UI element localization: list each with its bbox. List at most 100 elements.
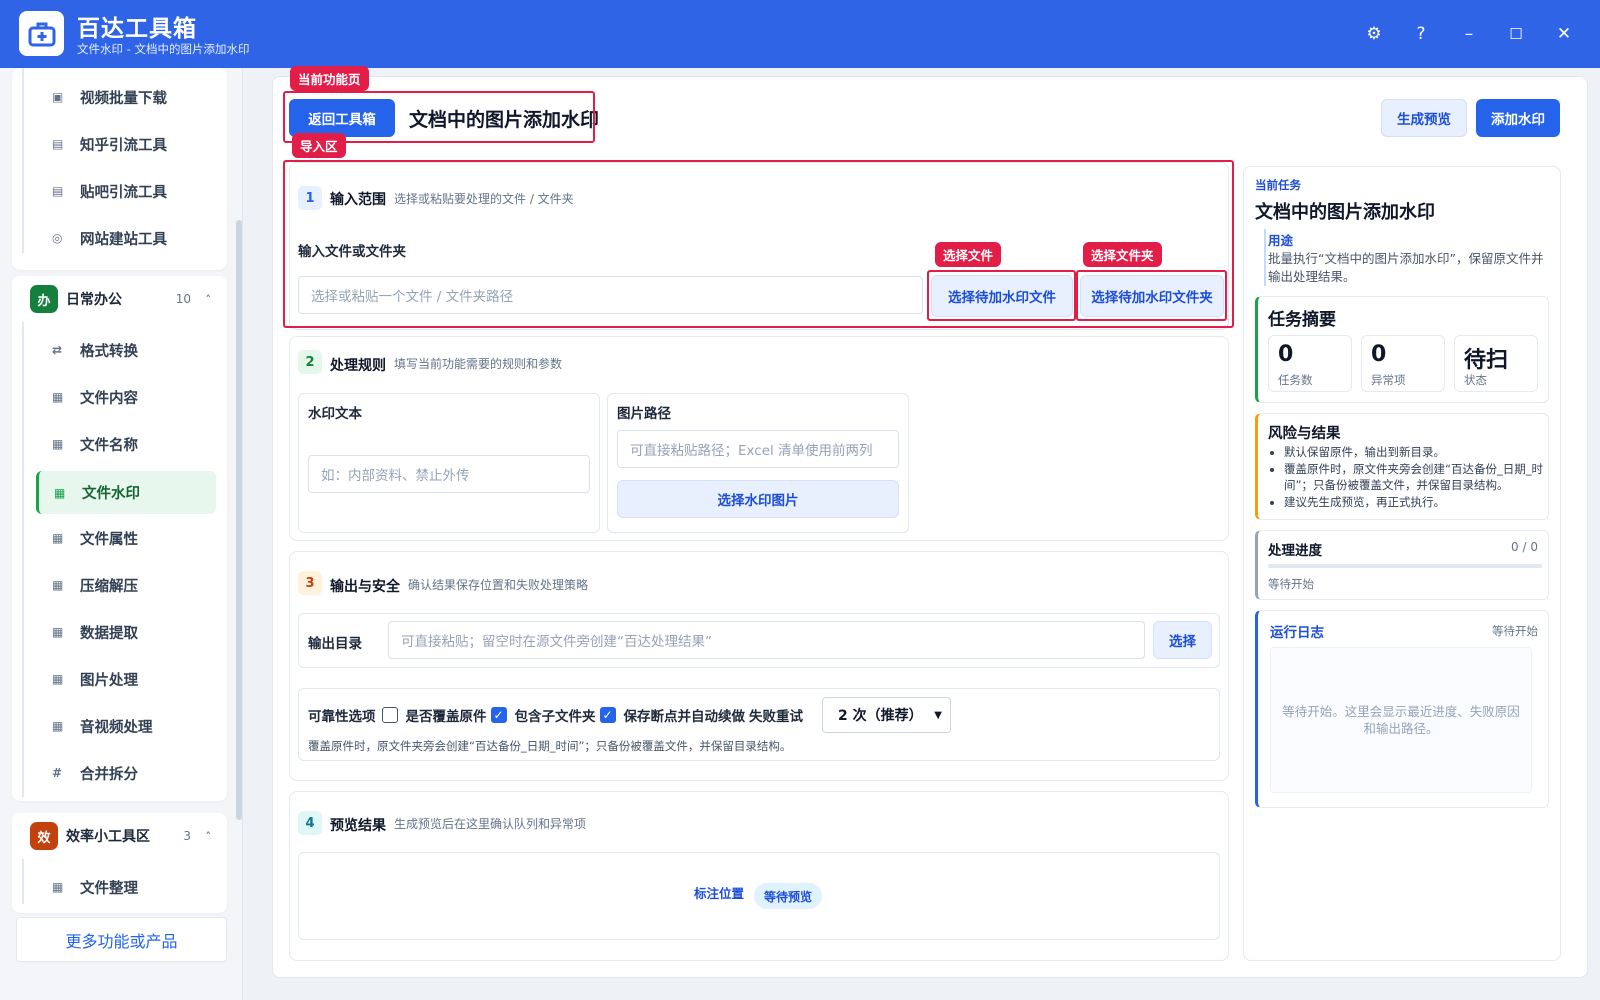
current-task-label: 当前任务 <box>1255 178 1301 192</box>
grid-icon: ▦ <box>52 880 64 894</box>
input-path-field[interactable]: 选择或粘贴一个文件 / 文件夹路径 <box>298 276 923 314</box>
risk-item: 默认保留原件，输出到新目录。 <box>1284 444 1546 461</box>
toolbox-icon <box>19 11 64 56</box>
sidebar-item-filename[interactable]: ▦ 文件名称 <box>22 424 215 464</box>
sidebar-item-media[interactable]: ▦ 音视频处理 <box>22 706 215 746</box>
sidebar-item-website[interactable]: ◎ 网站建站工具 <box>22 218 215 258</box>
step-number: 2 <box>298 350 322 374</box>
task-title: 文档中的图片添加水印 <box>1255 202 1435 223</box>
risk-title: 风险与结果 <box>1268 426 1341 442</box>
reliability-note: 覆盖原件时，原文件夹旁会创建“百达备份_日期_时间”；只备份被覆盖文件，并保留目… <box>308 739 792 753</box>
more-products-button[interactable]: 更多功能或产品 <box>16 917 227 962</box>
progress-count: 0 / 0 <box>1511 540 1538 554</box>
input-label: 输入文件或文件夹 <box>298 244 406 260</box>
section-desc: 确认结果保存位置和失败处理策略 <box>408 578 589 592</box>
sidebar-item-image[interactable]: ▦ 图片处理 <box>22 659 215 699</box>
image-path-label: 图片路径 <box>617 406 671 422</box>
hash-icon: # <box>52 766 63 780</box>
stat-error-count: 0 异常项 <box>1361 335 1445 392</box>
preview-status-pill: 等待预览 <box>754 883 823 909</box>
section-desc: 选择或粘贴要处理的文件 / 文件夹 <box>394 192 574 206</box>
resume-checkbox[interactable]: ✓ <box>599 707 616 723</box>
sidebar-item-watermark[interactable]: ▦ 文件水印 <box>36 471 216 514</box>
section-title: 处理规则 <box>330 358 386 374</box>
sidebar-item-format[interactable]: ⇄ 格式转换 <box>22 330 215 370</box>
title-bar: 百达工具箱 文件水印 - 文档中的图片添加水印 ⚙ ? – ☐ ✕ <box>0 0 1600 68</box>
progress-card: 处理进度 0 / 0 等待开始 <box>1255 530 1549 600</box>
step-number: 1 <box>298 186 322 210</box>
select-watermark-image-button[interactable]: 选择水印图片 <box>617 480 899 518</box>
section-title: 输入范围 <box>330 192 386 208</box>
sidebar-item-organize[interactable]: ▦ 文件整理 <box>22 867 215 907</box>
chevron-down-icon: ▼ <box>934 709 942 721</box>
grid-icon: ▦ <box>52 390 64 404</box>
output-dir-label: 输出目录 <box>308 636 362 652</box>
grid-icon: ▦ <box>52 672 64 686</box>
annotation-import-area: 导入区 <box>292 133 346 158</box>
app-title: 百达工具箱 <box>77 16 197 42</box>
choose-output-button[interactable]: 选择 <box>1153 621 1212 659</box>
sidebar-item-extract[interactable]: ▦ 数据提取 <box>22 612 215 652</box>
group-badge: 效 <box>30 822 58 850</box>
step-number: 4 <box>298 811 322 835</box>
log-card: 运行日志 等待开始 等待开始。这里会显示最近进度、失败原因和输出路径。 <box>1255 610 1549 808</box>
reliability-row: 可靠性选项 是否覆盖原件 ✓ 包含子文件夹 ✓ 保存断点并自动续做 失败重试 <box>308 705 803 725</box>
grid-icon: ▦ <box>54 485 66 500</box>
subfolder-label: 包含子文件夹 <box>514 709 596 725</box>
reliability-label: 可靠性选项 <box>308 709 376 725</box>
help-icon[interactable]: ? <box>1409 22 1433 46</box>
generate-preview-button[interactable]: 生成预览 <box>1381 99 1467 137</box>
annotation-select-file: 选择文件 <box>935 242 1002 267</box>
grid-icon: ▦ <box>52 437 64 451</box>
chevron-up-icon: ˄ <box>205 829 212 843</box>
stat-task-count: 0 任务数 <box>1268 335 1352 392</box>
sidebar-item-zhihu[interactable]: ▤ 知乎引流工具 <box>22 124 215 164</box>
progress-bar <box>1268 564 1542 568</box>
section-title: 预览结果 <box>330 818 386 834</box>
resume-label: 保存断点并自动续做 <box>623 709 746 725</box>
log-status: 等待开始 <box>1492 624 1538 638</box>
sidebar-item-content[interactable]: ▦ 文件内容 <box>22 377 215 417</box>
watermark-text-input[interactable]: 如：内部资料、禁止外传 <box>308 455 590 493</box>
overwrite-label: 是否覆盖原件 <box>405 709 487 725</box>
maximize-button[interactable]: ☐ <box>1504 22 1528 46</box>
purpose-label: 用途 <box>1268 233 1294 248</box>
settings-icon[interactable]: ⚙ <box>1362 22 1386 46</box>
app-subtitle: 文件水印 - 文档中的图片添加水印 <box>77 42 250 56</box>
select-folder-button[interactable]: 选择待加水印文件夹 <box>1080 275 1224 317</box>
group-daily-office[interactable]: 办 日常办公 10 ˄ <box>18 278 223 320</box>
summary-title: 任务摘要 <box>1268 310 1336 330</box>
overwrite-checkbox[interactable] <box>381 707 398 723</box>
risk-card: 风险与结果 默认保留原件，输出到新目录。 覆盖原件时，原文件夹旁会创建“百达备份… <box>1255 413 1549 520</box>
group-efficiency[interactable]: 效 效率小工具区 3 ˄ <box>18 815 223 857</box>
sidebar-item-compress[interactable]: ▦ 压缩解压 <box>22 565 215 605</box>
swap-icon: ⇄ <box>52 343 63 357</box>
purpose-text: 批量执行“文档中的图片添加水印”，保留原文件并输出处理结果。 <box>1268 251 1544 284</box>
add-watermark-button[interactable]: 添加水印 <box>1476 99 1560 137</box>
sidebar-item-video-download[interactable]: ▣ 视频批量下载 <box>22 77 215 117</box>
progress-title: 处理进度 <box>1268 543 1322 559</box>
close-button[interactable]: ✕ <box>1552 22 1576 46</box>
grid-icon: ▦ <box>52 531 64 545</box>
sidebar-item-tieba[interactable]: ▤ 贴吧引流工具 <box>22 171 215 211</box>
sidebar-scrollbar[interactable] <box>236 72 242 922</box>
sidebar-item-merge[interactable]: # 合并拆分 <box>22 753 215 793</box>
globe-icon: ◎ <box>52 231 63 245</box>
section-title: 输出与安全 <box>330 579 400 595</box>
retry-label: 失败重试 <box>749 709 803 725</box>
summary-card: 任务摘要 0 任务数 0 异常项 待扫 状态 <box>1255 296 1549 403</box>
minimize-button[interactable]: – <box>1457 22 1481 46</box>
grid-icon: ▦ <box>52 719 64 733</box>
retry-select[interactable]: 2 次（推荐） ▼ <box>822 697 951 733</box>
subfolder-checkbox[interactable]: ✓ <box>490 707 507 723</box>
back-to-toolbox-button[interactable]: 返回工具箱 <box>289 99 395 137</box>
output-dir-input[interactable]: 可直接粘贴；留空时在源文件旁创建“百达处理结果” <box>388 621 1145 659</box>
stat-status: 待扫 状态 <box>1454 335 1538 392</box>
section-desc: 填写当前功能需要的规则和参数 <box>394 357 563 371</box>
image-path-input[interactable]: 可直接粘贴路径；Excel 清单使用前两列 <box>617 430 899 468</box>
select-file-button[interactable]: 选择待加水印文件 <box>931 275 1073 317</box>
group-badge: 办 <box>30 285 58 313</box>
watermark-text-label: 水印文本 <box>308 406 362 422</box>
sidebar-item-attributes[interactable]: ▦ 文件属性 <box>22 518 215 558</box>
doc-icon: ▤ <box>52 137 64 151</box>
